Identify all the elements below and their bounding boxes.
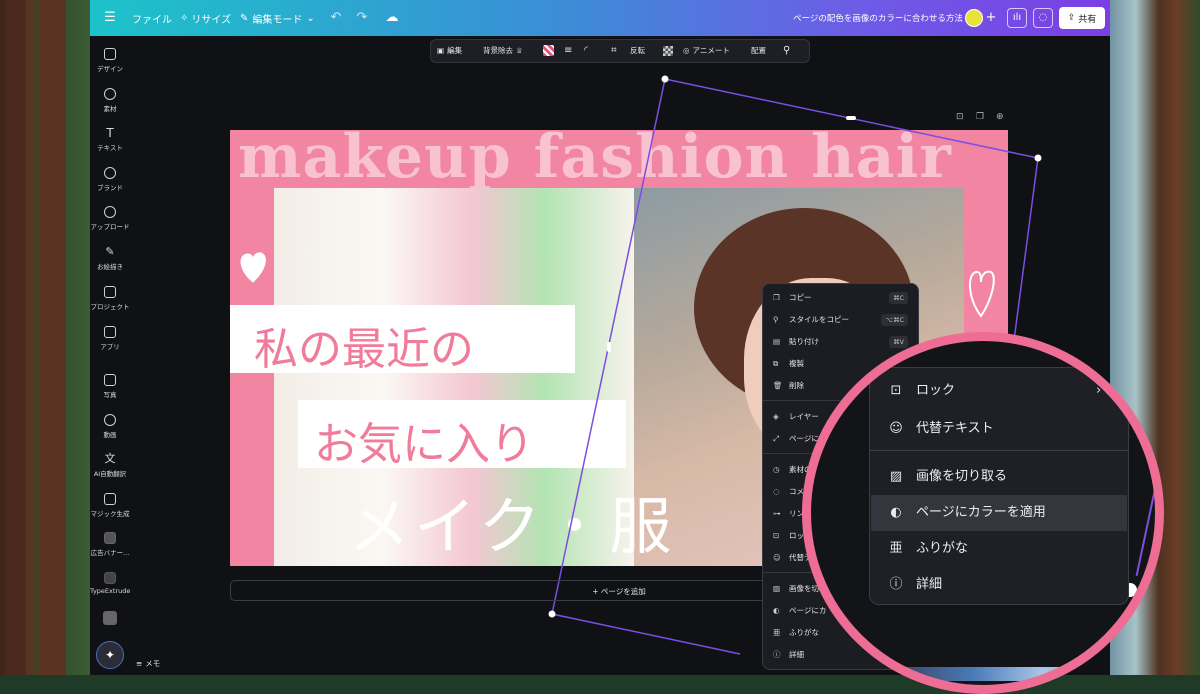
menu-item-copy[interactable]: ❐ コピー — [773, 290, 812, 306]
furigana-icon: 亜 — [773, 628, 781, 637]
zoom-menu-item-details[interactable]: ⓘ 詳細 — [886, 570, 942, 600]
zoom-menu-item-furigana[interactable]: 亜ふりがな — [886, 534, 968, 564]
menu-item-comment[interactable]: ◌ コメン — [773, 484, 812, 500]
menu-item-alt-text[interactable]: ☺ 代替テ — [773, 550, 812, 566]
paste-icon: ▤ — [773, 337, 781, 346]
zoom-context-menu: ⊡ ロック › ☺ 代替テキスト ▨ 画像を切り取る ◐ ページにカラーを適用 亜ふりが… — [869, 367, 1129, 605]
layers-icon: ◈ — [773, 412, 779, 421]
duplicate-icon: ⧉ — [773, 359, 779, 368]
lock-icon: ⊡ — [773, 531, 780, 540]
menu-item-duplicate[interactable]: ⧉ 複製 — [773, 356, 804, 372]
accessibility-icon: ☺ — [889, 421, 903, 436]
zoom-menu-item-crop-image[interactable]: ▨ 画像を切り取る — [886, 462, 1007, 492]
menu-item-label: コピー — [789, 293, 812, 302]
lock-icon: ⊡ — [890, 383, 902, 398]
background-forest-left — [0, 0, 92, 675]
zoom-menu-item-label: 詳細 — [916, 577, 943, 592]
menu-item-lock[interactable]: ⊡ ロック — [773, 528, 812, 544]
paint-roller-icon: ⚲ — [773, 315, 779, 324]
palette-icon: ◐ — [773, 606, 780, 615]
menu-item-label: 複製 — [789, 359, 804, 368]
menu-item-copy-style[interactable]: ⚲ スタイルをコピー — [773, 312, 849, 328]
shortcut-badge: ⌘C — [888, 292, 908, 304]
zoom-menu-item-label: ふりがな — [916, 541, 969, 556]
copy-icon: ❐ — [773, 293, 780, 302]
info-icon: ⓘ — [773, 650, 781, 659]
zoom-menu-item-label: 代替テキスト — [916, 421, 994, 436]
menu-item-details[interactable]: ⓘ 詳細 — [773, 647, 804, 663]
crop-image-icon: ▨ — [773, 584, 781, 593]
zoom-menu-item-label: 画像を切り取る — [916, 469, 1008, 484]
fit-page-icon: ⤢ — [773, 434, 779, 443]
menu-item-link[interactable]: ⊶ リンク — [773, 506, 812, 522]
menu-item-label: スタイルをコピー — [789, 315, 849, 324]
menu-item-delete[interactable]: 🗑 削除 — [773, 378, 804, 394]
zoom-menu-item-lock[interactable]: ⊡ ロック — [886, 376, 955, 406]
crop-image-icon: ▨ — [889, 469, 903, 484]
zoom-menu-divider — [870, 450, 1128, 451]
shortcut-badge: ⌥⌘C — [881, 314, 908, 326]
zoom-menu-item-label: ページにカラーを適用 — [916, 505, 1046, 520]
clock-icon: ◷ — [773, 465, 780, 474]
menu-item-label: 削除 — [789, 381, 804, 390]
zoom-menu-item-alt-text[interactable]: ☺ 代替テキスト — [886, 414, 994, 444]
zoom-dock-strip — [903, 667, 1113, 681]
info-icon: ⓘ — [889, 577, 903, 592]
accessibility-icon: ☺ — [773, 553, 781, 562]
chevron-right-icon: › — [1096, 383, 1102, 398]
zoom-magnifier: ⊡ ロック › ☺ 代替テキスト ▨ 画像を切り取る ◐ ページにカラーを適用 亜ふりが… — [807, 337, 1159, 689]
zoom-menu-item-apply-color[interactable]: ◐ ページにカラーを適用 — [886, 498, 1046, 528]
comment-icon: ◌ — [773, 487, 780, 496]
zoom-menu-item-label: ロック — [916, 383, 956, 398]
link-icon: ⊶ — [773, 509, 781, 518]
menu-item-label: 詳細 — [789, 650, 804, 659]
palette-icon: ◐ — [890, 505, 902, 520]
furigana-icon: 亜 — [889, 541, 903, 556]
trash-icon: 🗑 — [773, 381, 783, 390]
